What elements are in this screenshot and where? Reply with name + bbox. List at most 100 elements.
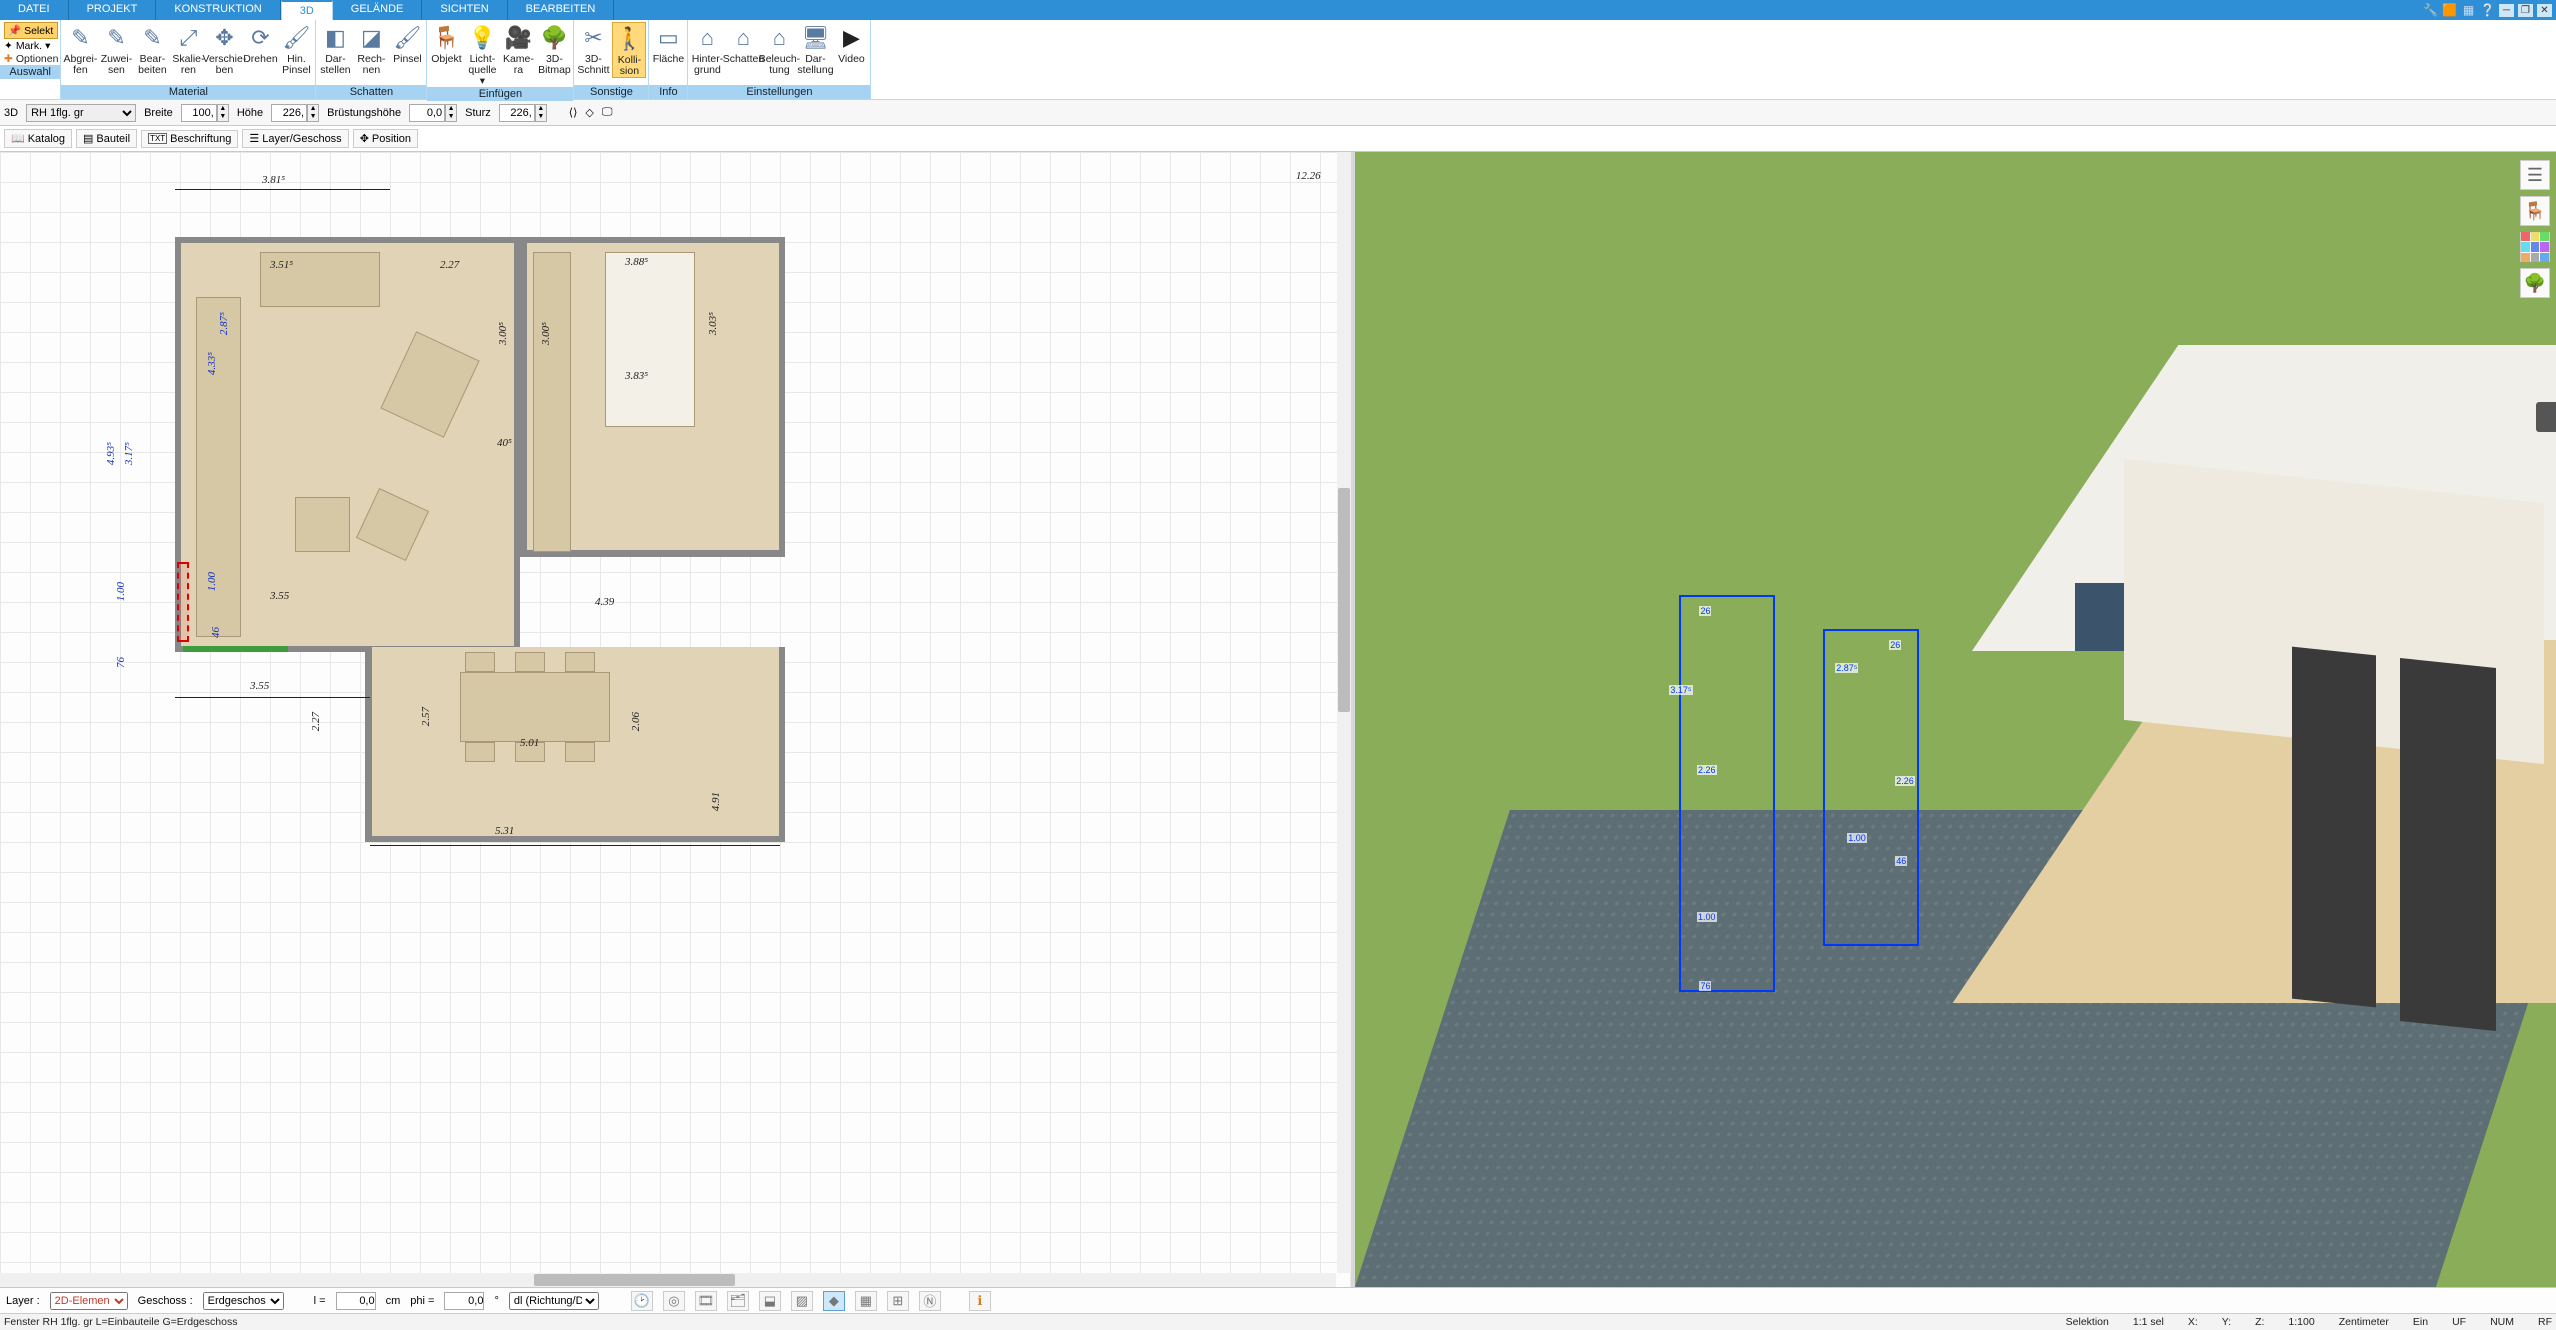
toggle-icon-3[interactable]: 🖵 [602, 106, 613, 119]
dl-select[interactable]: dl (Richtung/Di [509, 1292, 599, 1310]
furniture-icon[interactable]: 🪑 [2520, 196, 2550, 226]
shade-icon[interactable]: ◆ [823, 1291, 845, 1311]
hoehe-input[interactable] [271, 104, 307, 122]
toggle-icon-1[interactable]: ⟨⟩ [569, 106, 578, 119]
tab-projekt[interactable]: PROJEKT [69, 0, 157, 20]
layer-geschoss-button[interactable]: ☰Layer/Geschoss [242, 129, 348, 148]
stack-icon[interactable]: 🗂 [727, 1291, 749, 1311]
dim-300: 3.00⁵ [497, 322, 509, 345]
darstellen-button[interactable]: ◧Dar-stellen [318, 22, 352, 76]
floorplan-pane[interactable]: 3.81⁵ 12.26 4.93⁵ 3.17⁵ 1.00 76 [0, 152, 1355, 1287]
verschieben-button[interactable]: ✥Verschie-ben [207, 22, 241, 76]
target-icon[interactable]: ◎ [663, 1291, 685, 1311]
window-icon[interactable]: ▦ [2461, 3, 2476, 18]
bruest-input[interactable] [409, 104, 445, 122]
element-select[interactable]: RH 1flg. gr [26, 104, 136, 122]
hatch-icon[interactable]: ▨ [791, 1291, 813, 1311]
darstellung-button[interactable]: 🖥Dar-stellung [798, 22, 832, 76]
wire-icon[interactable]: ▦ [855, 1291, 877, 1311]
lichtquelle-button[interactable]: 💡Licht-quelle ▾ [465, 22, 499, 87]
rechnen-button[interactable]: ◪Rech-nen [354, 22, 388, 76]
tab-3d[interactable]: 3D [281, 0, 333, 20]
schatten-button[interactable]: ⌂Schatten [726, 22, 760, 65]
tab-datei[interactable]: DATEI [0, 0, 69, 20]
restore-button[interactable]: ❐ [2518, 4, 2533, 17]
dim-12-26: 12.26 [1296, 170, 1321, 182]
status-y: Y: [2222, 1316, 2231, 1328]
info-icon[interactable]: ℹ [969, 1291, 991, 1311]
tab-bearbeiten[interactable]: BEARBEITEN [508, 0, 615, 20]
flaeche-button[interactable]: ▭Fläche [651, 22, 685, 65]
dim3d-i: 26 [1699, 606, 1711, 616]
l-input[interactable] [336, 1292, 376, 1310]
tab-gelaende[interactable]: GELÄNDE [333, 0, 423, 20]
hinpinsel-button[interactable]: 🖌Hin.Pinsel [279, 22, 313, 76]
palette-icon[interactable]: 🟧 [2442, 3, 2457, 18]
3dschnitt-button[interactable]: ✂3D-Schnitt [576, 22, 610, 76]
mark-tool[interactable]: ✦ Mark. ▾ [4, 40, 58, 52]
skalieren-button[interactable]: ⤢Skalie-ren [171, 22, 205, 76]
north-icon[interactable]: Ⓝ [919, 1291, 941, 1311]
dim-1-00: 1.00 [115, 582, 127, 601]
close-button[interactable]: ✕ [2537, 4, 2552, 17]
sturz-label: Sturz [465, 107, 491, 119]
zuweisen-button[interactable]: ✎Zuwei-sen [99, 22, 133, 76]
breite-input[interactable] [181, 104, 217, 122]
dining-table [460, 672, 610, 742]
dim-3-81: 3.81⁵ [262, 174, 285, 186]
status-unit: Zentimeter [2339, 1316, 2389, 1328]
wrench-icon[interactable]: 🔧 [2423, 3, 2438, 18]
bearbeiten-button[interactable]: ✎Bear-beiten [135, 22, 169, 76]
3d-pane[interactable]: 3.17⁵ 2.26 1.00 76 26 2.87⁵ 2.26 1.00 46… [1355, 152, 2556, 1287]
help-icon[interactable]: ❔ [2480, 3, 2495, 18]
hintergrund-button[interactable]: ⌂Hinter-grund [690, 22, 724, 76]
dim3d-e: 2.87⁵ [1835, 663, 1858, 673]
kollision-button[interactable]: 🚶Kolli-sion [612, 22, 646, 78]
kamera-button[interactable]: 🎥Kame-ra [501, 22, 535, 76]
minimize-button[interactable]: ─ [2499, 4, 2514, 17]
tab-sichten[interactable]: SICHTEN [422, 0, 507, 20]
colors-icon[interactable] [2520, 232, 2550, 262]
sturz-spinner[interactable]: ▲▼ [535, 104, 547, 122]
hoehe-spinner[interactable]: ▲▼ [307, 104, 319, 122]
toggle-icon-2[interactable]: ◇ [585, 106, 593, 119]
wardrobe [533, 252, 571, 552]
bauteil-button[interactable]: ▤Bauteil [76, 129, 137, 148]
3dbitmap-button[interactable]: 🌳3D-Bitmap [537, 22, 571, 76]
tree-icon[interactable]: 🌳 [2520, 268, 2550, 298]
objekt-button[interactable]: 🪑Objekt [429, 22, 463, 65]
abgreifen-button[interactable]: ✎Abgrei-fen [63, 22, 97, 76]
dim3d-j: 26 [1889, 640, 1901, 650]
beschriftung-button[interactable]: TXTBeschriftung [141, 130, 238, 148]
clock-icon[interactable]: 🕑 [631, 1291, 653, 1311]
titlebar-icons: 🔧 🟧 ▦ ❔ ─ ❐ ✕ [2419, 0, 2556, 20]
beleuchtung-button[interactable]: ⌂Beleuch-tung [762, 22, 796, 76]
hscroll-2d[interactable] [0, 1273, 1336, 1287]
film-icon[interactable]: 🎞 [695, 1291, 717, 1311]
phi-input[interactable] [444, 1292, 484, 1310]
diag-icon[interactable]: ⬓ [759, 1291, 781, 1311]
tab-konstruktion[interactable]: KONSTRUKTION [156, 0, 280, 20]
layers-icon[interactable]: ☰ [2520, 160, 2550, 190]
dim3d-b: 2.26 [1697, 765, 1717, 775]
katalog-button[interactable]: 📖Katalog [4, 129, 72, 148]
status-z: Z: [2255, 1316, 2264, 1328]
door-1 [183, 646, 288, 652]
layer-select[interactable]: 2D-Elemen [50, 1292, 128, 1310]
selected-window[interactable] [177, 562, 189, 642]
geschoss-select[interactable]: Erdgeschos [203, 1292, 284, 1310]
vscroll-2d[interactable] [1337, 152, 1351, 1273]
select-tool[interactable]: 📌 Selekt [4, 22, 58, 39]
video-button[interactable]: ▶Video [834, 22, 868, 65]
pinsel-button[interactable]: 🖌Pinsel [390, 22, 424, 65]
group-label-material: Material [61, 85, 315, 99]
options-tool[interactable]: ✚ Optionen [4, 53, 58, 65]
grid-icon[interactable]: ⊞ [887, 1291, 909, 1311]
breite-spinner[interactable]: ▲▼ [217, 104, 229, 122]
position-button[interactable]: ✥Position [353, 129, 418, 148]
dim-287: 2.87⁵ [218, 312, 230, 335]
bruest-spinner[interactable]: ▲▼ [445, 104, 457, 122]
sturz-input[interactable] [499, 104, 535, 122]
drehen-button[interactable]: ⟳Drehen [243, 22, 277, 65]
side-panel-handle[interactable] [2536, 402, 2556, 432]
